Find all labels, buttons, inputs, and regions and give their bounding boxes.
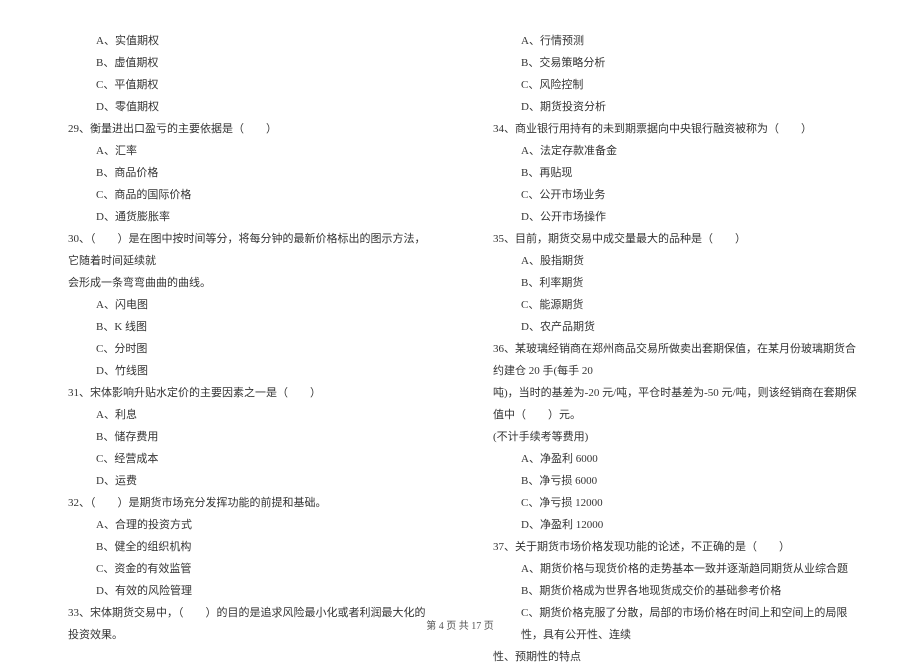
option-item: A、期货价格与现货价格的走势基本一致并逐渐趋同期货从业综合题 xyxy=(485,558,860,580)
option-item: D、净盈利 12000 xyxy=(485,514,860,536)
question-30-line2: 会形成一条弯弯曲曲的曲线。 xyxy=(60,272,435,294)
option-item: D、公开市场操作 xyxy=(485,206,860,228)
page-footer: 第 4 页 共 17 页 xyxy=(0,617,920,632)
option-item-cont: 性、预期性的特点 xyxy=(485,646,860,668)
question-29: 29、衡量进出口盈亏的主要依据是（ ） xyxy=(60,118,435,140)
option-item: C、分时图 xyxy=(60,338,435,360)
question-30-line1: 30、（ ）是在图中按时间等分，将每分钟的最新价格标出的图示方法，它随着时间延续… xyxy=(60,228,435,272)
option-item: C、平值期权 xyxy=(60,74,435,96)
left-column: A、实值期权 B、虚值期权 C、平值期权 D、零值期权 29、衡量进出口盈亏的主… xyxy=(60,30,435,668)
question-31: 31、宋体影响升贴水定价的主要因素之一是（ ） xyxy=(60,382,435,404)
option-item: A、实值期权 xyxy=(60,30,435,52)
option-item: D、有效的风险管理 xyxy=(60,580,435,602)
option-item: B、交易策略分析 xyxy=(485,52,860,74)
option-item: D、期货投资分析 xyxy=(485,96,860,118)
option-item: A、行情预测 xyxy=(485,30,860,52)
option-item: B、商品价格 xyxy=(60,162,435,184)
option-item: A、汇率 xyxy=(60,140,435,162)
option-item: A、股指期货 xyxy=(485,250,860,272)
option-item: D、通货膨胀率 xyxy=(60,206,435,228)
option-item: A、利息 xyxy=(60,404,435,426)
option-item: B、利率期货 xyxy=(485,272,860,294)
question-36-line3: (不计手续考等费用) xyxy=(485,426,860,448)
question-36-line1: 36、某玻璃经销商在郑州商品交易所做卖出套期保值，在某月份玻璃期货合约建仓 20… xyxy=(485,338,860,382)
option-item: B、虚值期权 xyxy=(60,52,435,74)
option-item: A、合理的投资方式 xyxy=(60,514,435,536)
option-item: D、零值期权 xyxy=(60,96,435,118)
option-item: B、健全的组织机构 xyxy=(60,536,435,558)
option-item: A、净盈利 6000 xyxy=(485,448,860,470)
option-item: D、竹线图 xyxy=(60,360,435,382)
option-item: B、净亏损 6000 xyxy=(485,470,860,492)
option-item: B、K 线图 xyxy=(60,316,435,338)
option-item: C、经营成本 xyxy=(60,448,435,470)
question-37: 37、关于期货市场价格发现功能的论述，不正确的是（ ） xyxy=(485,536,860,558)
option-item: B、期货价格成为世界各地现货成交价的基础参考价格 xyxy=(485,580,860,602)
content-columns: A、实值期权 B、虚值期权 C、平值期权 D、零值期权 29、衡量进出口盈亏的主… xyxy=(60,30,860,668)
option-item: C、资金的有效监管 xyxy=(60,558,435,580)
option-item: A、闪电图 xyxy=(60,294,435,316)
question-35: 35、目前，期货交易中成交量最大的品种是（ ） xyxy=(485,228,860,250)
option-item: C、净亏损 12000 xyxy=(485,492,860,514)
question-32: 32、（ ）是期货市场充分发挥功能的前提和基础。 xyxy=(60,492,435,514)
option-item: A、法定存款准备金 xyxy=(485,140,860,162)
right-column: A、行情预测 B、交易策略分析 C、风险控制 D、期货投资分析 34、商业银行用… xyxy=(485,30,860,668)
option-item: D、农产品期货 xyxy=(485,316,860,338)
option-item: C、商品的国际价格 xyxy=(60,184,435,206)
option-item: C、能源期货 xyxy=(485,294,860,316)
option-item: C、公开市场业务 xyxy=(485,184,860,206)
option-item: B、再贴现 xyxy=(485,162,860,184)
option-item: D、运费 xyxy=(60,470,435,492)
option-item: B、储存费用 xyxy=(60,426,435,448)
question-36-line2: 吨)，当时的基差为-20 元/吨，平仓时基差为-50 元/吨，则该经销商在套期保… xyxy=(485,382,860,426)
question-34: 34、商业银行用持有的未到期票据向中央银行融资被称为（ ） xyxy=(485,118,860,140)
option-item: C、风险控制 xyxy=(485,74,860,96)
